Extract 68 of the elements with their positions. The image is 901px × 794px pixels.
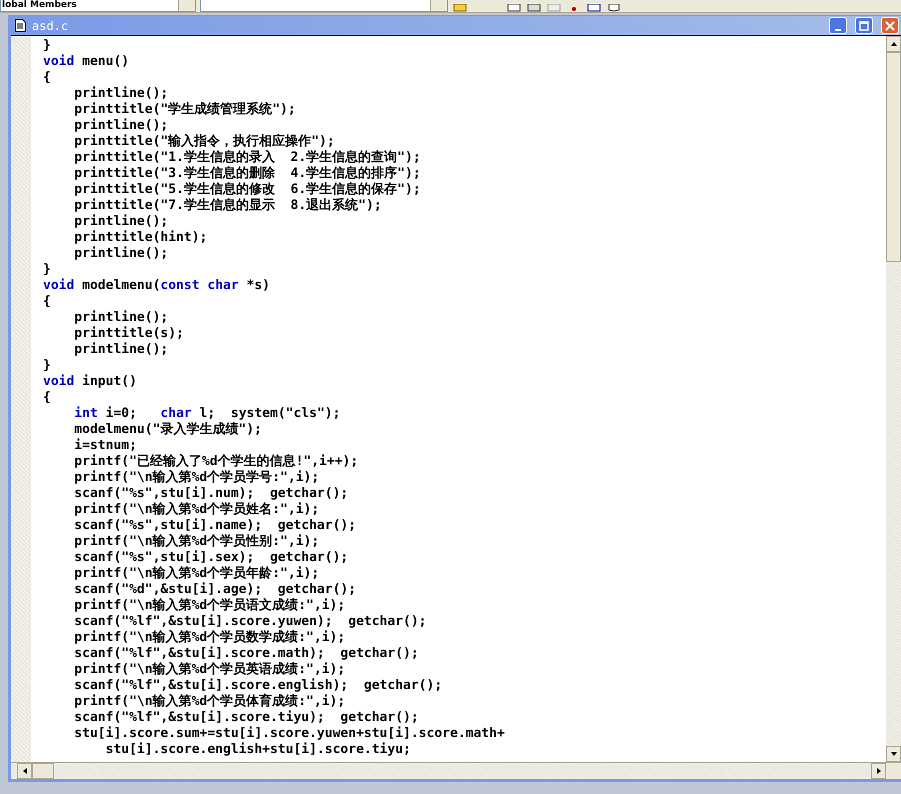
code-line: scanf("%d",&stu[i].age); getchar(); [73,582,358,598]
code-line: printf("\n输入第%d个学员学号:",i); [73,470,320,486]
code-line: i=stnum; [73,438,138,454]
code-line: stu[i].score.sum+=stu[i].score.yuwen+stu[i].score.math+ [73,726,506,742]
code-line: printline(); [73,214,170,230]
left-arrow-icon [20,767,28,775]
code-line: printtitle("3.学生信息的删除 4.学生信息的排序"); [73,166,422,182]
combo-field[interactable] [200,0,448,12]
right-arrow-icon [874,767,882,775]
horizontal-scrollbar[interactable] [11,762,901,779]
code-line: scanf("%s",stu[i].name); getchar(); [73,518,358,534]
window-title: asd.c [32,18,70,32]
close-button[interactable] [881,17,899,34]
up-arrow-icon [890,40,898,48]
code-line: printf("\n输入第%d个学员数学成绩:",i); [73,630,346,646]
code-line: modelmenu("录入学生成绩"); [73,422,263,438]
scroll-right-button[interactable] [871,763,886,779]
code-line: printtitle("学生成绩管理系统"); [73,102,297,118]
code-line: } [43,38,52,54]
code-line: printline(); [73,342,170,358]
code-line: void input() [43,374,138,390]
maximize-button[interactable] [855,17,873,34]
code-line: printf("\n输入第%d个学员姓名:",i); [73,502,320,518]
code-line: printtitle("1.学生信息的录入 2.学生信息的查询"); [73,150,422,166]
code-line: void modelmenu(const char *s) [43,278,271,294]
down-arrow-icon [890,750,898,758]
scrollbar-corner [886,763,901,779]
close-icon [885,20,895,30]
code-line: printtitle("输入指令，执行相应操作"); [73,134,336,150]
code-line: } [43,358,52,374]
code-line: printtitle("5.学生信息的修改 6.学生信息的保存"); [73,182,422,198]
code-line: { [43,390,52,406]
code-line: printf("\n输入第%d个学员性别:",i); [73,534,320,550]
code-line: { [43,70,52,86]
maximize-icon [859,20,869,30]
code-line: } [43,262,52,278]
code-line: printtitle("7.学生信息的显示 8.退出系统"); [73,198,383,214]
code-line: scanf("%s",stu[i].sex); getchar(); [73,550,350,566]
code-line: int i=0; char l; system("cls"); [73,406,342,422]
code-line: { [43,294,52,310]
scroll-thumb[interactable] [886,52,901,262]
code-line: printline(); [73,310,170,326]
code-line: scanf("%lf",&stu[i].score.yuwen); getchar(); [73,614,428,630]
code-line: scanf("%lf",&stu[i].score.tiyu); getchar(); [73,710,420,726]
scroll-up-button[interactable] [886,36,901,52]
code-line: printf("\n输入第%d个学员体育成绩:",i); [73,694,346,710]
code-line: scanf("%lf",&stu[i].score.english); getchar(); [73,678,444,694]
scroll-down-button[interactable] [886,746,901,762]
code-line: printline(); [73,86,170,102]
code-line: printf("已经输入了%d个学生的信息!",i++); [73,454,360,470]
code-line: printtitle(s); [73,326,185,342]
code-line: printf("\n输入第%d个学员语文成绩:",i); [73,598,346,614]
combo-field[interactable]: lobal Members [0,0,196,12]
scroll-left-button[interactable] [17,763,32,779]
code-line: printline(); [73,246,170,262]
vertical-scrollbar[interactable] [886,36,901,762]
document-icon [15,19,26,32]
code-line: scanf("%lf",&stu[i].score.math); getchar(); [73,646,420,662]
code-line: printtitle(hint); [73,230,208,246]
code-line: stu[i].score.english+stu[i].score.tiyu; [104,742,412,758]
scroll-thumb[interactable] [32,763,54,779]
code-line: void menu() [43,54,130,70]
code-line: scanf("%s",stu[i].num); getchar(); [73,486,350,502]
minimize-icon [835,28,841,30]
minimize-button[interactable] [829,17,847,34]
code-line: printline(); [73,118,170,134]
code-line: printf("\n输入第%d个学员年龄:",i); [73,566,320,582]
code-line: printf("\n输入第%d个学员英语成绩:",i); [73,662,346,678]
